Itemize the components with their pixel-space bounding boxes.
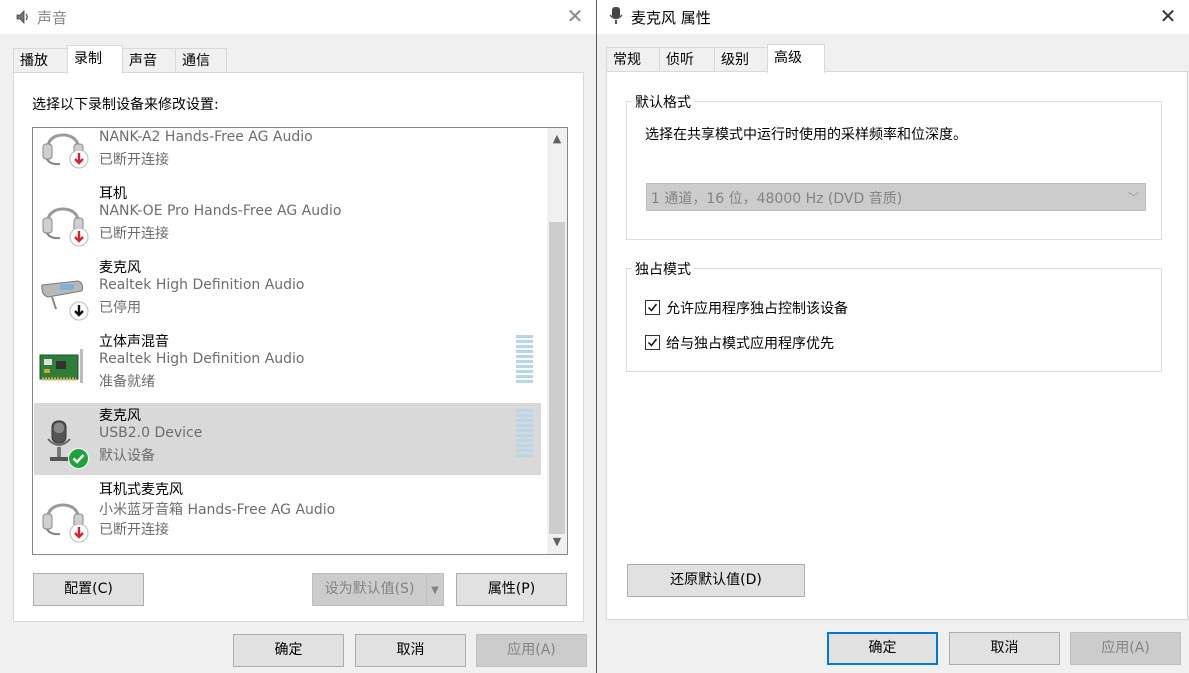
device-name: 麦克风 xyxy=(99,408,141,424)
device-description: USB2.0 Device xyxy=(99,425,203,441)
advanced-panel: 默认格式 选择在共享模式中运行时使用的采样频率和位深度。 1 通道，16 位，4… xyxy=(606,71,1188,620)
device-status: 已断开连接 xyxy=(99,522,169,538)
configure-button[interactable]: 配置(C) xyxy=(33,573,144,606)
tab-label: 侦听 xyxy=(666,52,694,68)
tab-general[interactable]: 常规 xyxy=(606,47,660,72)
properties-button[interactable]: 属性(P) xyxy=(456,573,567,606)
ok-button[interactable]: 确定 xyxy=(827,632,938,665)
recording-device-list[interactable]: 耳机 NANK-A2 Hands-Free AG Audio 已断开连接 耳机 … xyxy=(32,127,568,555)
apply-button[interactable]: 应用(A) xyxy=(476,634,587,667)
tab-advanced[interactable]: 高级 xyxy=(767,44,825,73)
give-priority-checkbox[interactable] xyxy=(645,335,660,350)
device-description: NANK-OE Pro Hands-Free AG Audio xyxy=(99,203,342,219)
sound-tabs: 播放 录制 声音 通信 xyxy=(13,45,584,74)
scroll-down-icon[interactable]: ▼ xyxy=(547,533,567,550)
device-name: 立体声混音 xyxy=(99,334,169,350)
device-status: 已断开连接 xyxy=(99,226,169,242)
close-icon[interactable]: ✕ xyxy=(1157,5,1179,27)
device-status: 已断开连接 xyxy=(99,152,169,168)
device-description: 小米蓝牙音箱 Hands-Free AG Audio xyxy=(99,502,336,518)
device-description: Realtek High Definition Audio xyxy=(99,277,305,293)
device-item-selected[interactable]: 麦克风 USB2.0 Device 默认设备 xyxy=(34,403,541,475)
tab-label: 高级 xyxy=(774,50,802,66)
device-name: 耳机式麦克风 xyxy=(99,482,183,498)
tab-label: 常规 xyxy=(613,52,641,68)
restore-defaults-button[interactable]: 还原默认值(D) xyxy=(627,564,805,597)
tab-listen[interactable]: 侦听 xyxy=(659,47,715,72)
cancel-button[interactable]: 取消 xyxy=(949,632,1060,665)
tab-sounds[interactable]: 声音 xyxy=(122,48,176,73)
tab-communications[interactable]: 通信 xyxy=(175,48,227,73)
allow-exclusive-label: 允许应用程序独占控制该设备 xyxy=(666,301,848,317)
cancel-button[interactable]: 取消 xyxy=(355,634,466,667)
tab-playback[interactable]: 播放 xyxy=(13,48,68,73)
set-default-button[interactable]: 设为默认值(S) xyxy=(312,573,427,606)
device-item[interactable]: 耳机 NANK-A2 Hands-Free AG Audio 已断开连接 xyxy=(34,128,541,179)
disconnected-badge-icon xyxy=(69,227,89,251)
device-status: 准备就绪 xyxy=(99,374,155,390)
chevron-down-icon: ﹀ xyxy=(1128,191,1139,204)
device-item[interactable]: 立体声混音 Realtek High Definition Audio 准备就绪 xyxy=(34,329,541,401)
device-item[interactable]: 耳机 NANK-OE Pro Hands-Free AG Audio 已断开连接 xyxy=(34,181,541,253)
sample-rate-select[interactable]: 1 通道，16 位，48000 Hz (DVD 音质) ﹀ xyxy=(646,183,1146,211)
device-name: 麦克风 xyxy=(99,260,141,276)
level-meter xyxy=(516,335,533,385)
default-format-legend: 默认格式 xyxy=(632,92,694,112)
tab-label: 播放 xyxy=(20,53,48,69)
speaker-app-icon xyxy=(14,8,32,30)
disconnected-badge-icon xyxy=(69,523,89,547)
sound-titlebar[interactable]: 声音 ✕ xyxy=(0,0,596,34)
disconnected-badge-icon xyxy=(69,149,89,173)
properties-title: 麦克风 属性 xyxy=(631,9,711,27)
scrollbar-thumb[interactable] xyxy=(549,222,565,534)
sound-dialog: 声音 ✕ 播放 录制 声音 通信 选择以下录制设备来修改设置: 耳机 NANK-… xyxy=(0,0,597,673)
ok-button[interactable]: 确定 xyxy=(233,634,344,667)
allow-exclusive-checkbox[interactable] xyxy=(645,300,660,315)
set-default-dropdown[interactable]: ▼ xyxy=(426,573,444,606)
device-description: NANK-A2 Hands-Free AG Audio xyxy=(99,129,313,145)
chevron-down-icon: ▼ xyxy=(431,585,439,596)
device-name: 耳机 xyxy=(99,186,127,202)
microphone-app-icon xyxy=(609,6,623,30)
apply-button[interactable]: 应用(A) xyxy=(1070,632,1181,665)
tab-recording[interactable]: 录制 xyxy=(67,45,123,74)
close-icon[interactable]: ✕ xyxy=(564,5,586,27)
instruction-text: 选择以下录制设备来修改设置: xyxy=(32,97,219,113)
properties-titlebar[interactable]: 麦克风 属性 ✕ xyxy=(597,0,1189,34)
default-device-check-icon xyxy=(68,448,89,473)
device-list-scrollbar[interactable]: ▲ ▼ xyxy=(547,128,567,554)
sample-rate-value: 1 通道，16 位，48000 Hz (DVD 音质) xyxy=(651,191,903,207)
disabled-badge-icon xyxy=(69,301,89,325)
tab-label: 声音 xyxy=(129,53,157,69)
default-format-group xyxy=(626,101,1162,240)
default-format-description: 选择在共享模式中运行时使用的采样频率和位深度。 xyxy=(645,127,967,143)
give-priority-label: 给与独占模式应用程序优先 xyxy=(666,336,834,352)
exclusive-mode-group xyxy=(626,268,1162,372)
mic-properties-dialog: 麦克风 属性 ✕ 常规 侦听 级别 高级 默认格式 选择在共享模式中运行时使用的… xyxy=(597,0,1189,673)
scroll-up-icon[interactable]: ▲ xyxy=(547,130,567,147)
exclusive-mode-legend: 独占模式 xyxy=(632,259,694,279)
sound-card-icon xyxy=(38,341,88,391)
level-meter xyxy=(516,409,533,459)
tab-levels[interactable]: 级别 xyxy=(714,47,768,72)
device-description: Realtek High Definition Audio xyxy=(99,351,305,367)
device-item[interactable]: 耳机式麦克风 小米蓝牙音箱 Hands-Free AG Audio 已断开连接 xyxy=(34,477,541,549)
tab-label: 录制 xyxy=(74,51,102,67)
tab-label: 级别 xyxy=(721,52,749,68)
tab-label: 通信 xyxy=(182,53,210,69)
sound-title: 声音 xyxy=(37,9,68,27)
device-status: 已停用 xyxy=(99,300,141,316)
device-item[interactable]: 麦克风 Realtek High Definition Audio 已停用 xyxy=(34,255,541,327)
device-status: 默认设备 xyxy=(99,448,155,464)
properties-tabs: 常规 侦听 级别 高级 xyxy=(606,44,1188,73)
